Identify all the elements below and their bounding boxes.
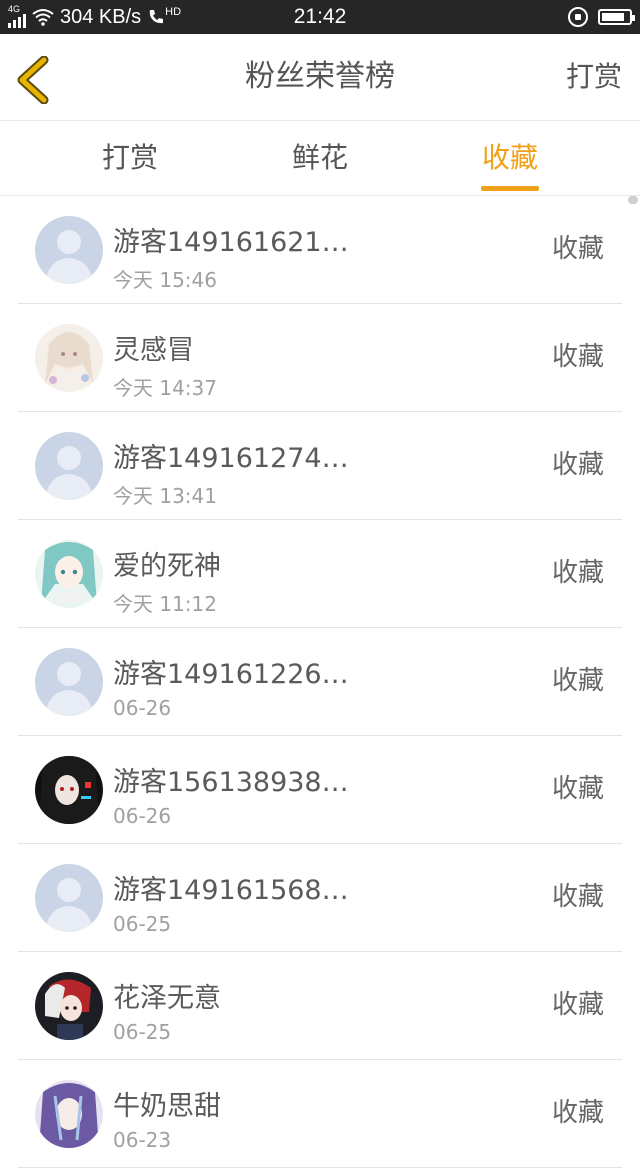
fan-name: 游客1491615686...	[113, 875, 353, 906]
top-bar: 粉丝荣誉榜 打赏	[0, 34, 640, 121]
favorite-label: 收藏	[551, 774, 604, 804]
fan-name: 游客1561389384...	[113, 767, 353, 798]
list-item[interactable]: 爱的死神今天 11:12 收藏	[18, 520, 622, 628]
fan-time: 06-26	[113, 696, 172, 720]
fan-name: 游客1491616219...	[113, 227, 353, 258]
reward-button[interactable]: 打赏	[566, 34, 622, 120]
favorite-label: 收藏	[551, 342, 604, 372]
favorite-label: 收藏	[551, 450, 604, 480]
favorite-label: 收藏	[551, 882, 604, 912]
avatar[interactable]	[35, 864, 103, 932]
list-item[interactable]: 灵感冒今天 14:37 收藏	[18, 304, 622, 412]
favorite-label: 收藏	[551, 1098, 604, 1128]
list-item[interactable]: 花泽无意 06-25 收藏	[18, 952, 622, 1060]
favorite-label: 收藏	[551, 990, 604, 1020]
fan-name: 花泽无意	[113, 983, 221, 1014]
fan-name: 游客1491612749...	[113, 443, 353, 474]
tab-favorites[interactable]: 收藏	[440, 121, 580, 195]
page-title: 粉丝荣誉榜	[245, 59, 395, 94]
rotation-lock-icon	[568, 7, 588, 27]
fan-time: 06-23	[113, 1128, 172, 1152]
avatar[interactable]	[35, 972, 103, 1040]
list-item[interactable]: 游客1491616219... 今天 15:46 收藏	[18, 196, 622, 304]
tab-reward[interactable]: 打赏	[60, 121, 200, 195]
favorite-label: 收藏	[551, 234, 604, 264]
avatar[interactable]	[35, 216, 103, 284]
active-tab-indicator	[481, 186, 539, 191]
avatar[interactable]	[35, 648, 103, 716]
list-item[interactable]: 牛奶思甜 06-23 收藏	[18, 1060, 622, 1168]
fan-name: 灵感冒	[113, 335, 194, 366]
list-item[interactable]: 游客1491615686... 06-25 收藏	[18, 844, 622, 952]
fan-time: 今天 14:37	[113, 376, 217, 400]
list-item[interactable]: 游客1491612749... 今天 13:41 收藏	[18, 412, 622, 520]
status-right	[568, 0, 635, 34]
fan-name: 游客1491612264...	[113, 659, 353, 690]
tab-bar: 打赏 鲜花 收藏	[0, 121, 640, 196]
tab-label: 收藏	[481, 141, 538, 174]
favorite-label: 收藏	[551, 666, 604, 696]
fan-time: 今天 15:46	[113, 268, 217, 292]
avatar[interactable]	[35, 432, 103, 500]
tab-label: 打赏	[101, 141, 158, 174]
fan-name: 牛奶思甜	[113, 1091, 221, 1122]
clock: 21:42	[293, 5, 347, 28]
fan-time: 今天 13:41	[113, 484, 217, 508]
list-item[interactable]: 游客1491612264... 06-26 收藏	[18, 628, 622, 736]
fan-list: 游客1491616219... 今天 15:46 收藏 灵感冒 今天 14:37 收藏 游客…	[0, 196, 640, 1168]
tab-flowers[interactable]: 鲜花	[250, 121, 390, 195]
fan-time: 06-25	[113, 1020, 172, 1044]
fan-time: 今天 11:12	[113, 592, 217, 616]
battery-icon	[598, 9, 635, 25]
list-item[interactable]: 游客1561389384... 06-26 收藏	[18, 736, 622, 844]
favorite-label: 收藏	[551, 558, 604, 588]
avatar[interactable]	[35, 756, 103, 824]
tab-label: 鲜花	[291, 141, 348, 174]
fan-time: 06-26	[113, 804, 172, 828]
avatar[interactable]	[35, 540, 103, 608]
fan-name: 爱的死神	[113, 551, 221, 582]
status-bar: 4G 304 KB/s HD 21:42	[0, 0, 640, 34]
fan-time: 06-25	[113, 912, 172, 936]
avatar[interactable]	[35, 324, 103, 392]
